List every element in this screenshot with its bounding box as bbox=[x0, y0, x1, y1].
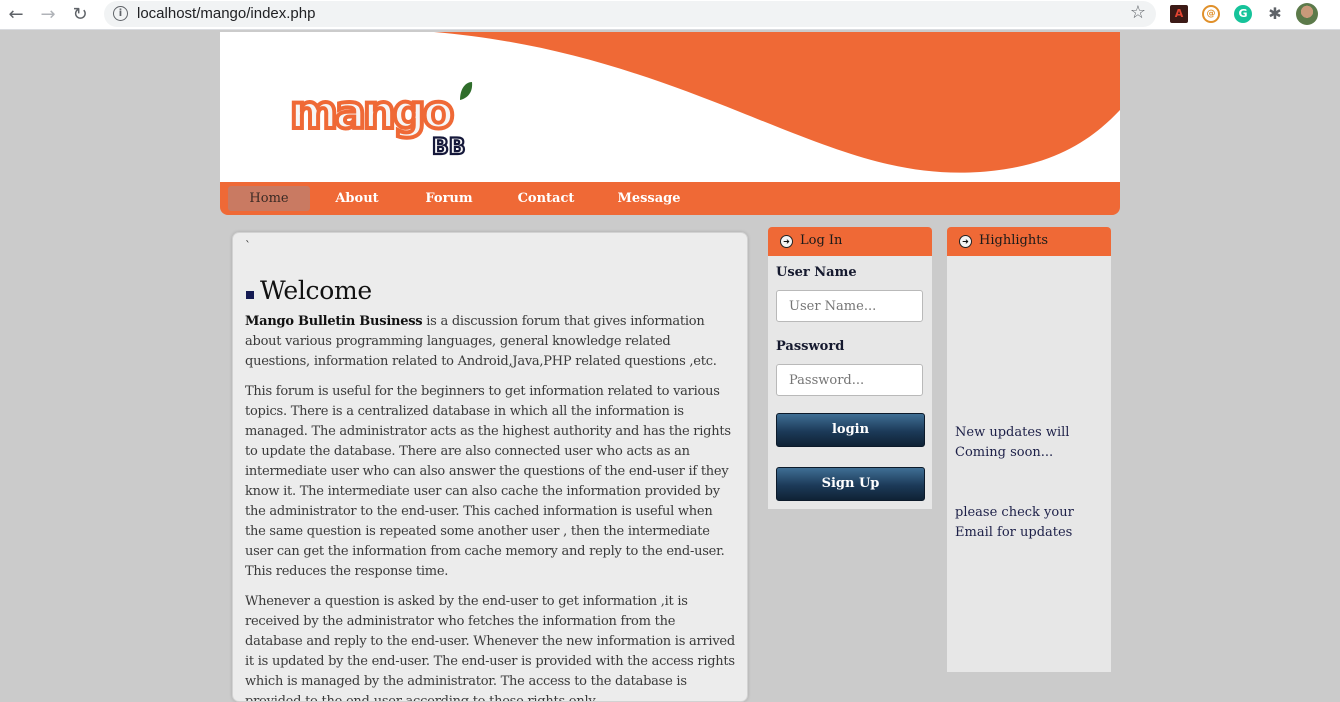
highlights-panel-body: New updates will Coming soon... please c… bbox=[947, 256, 1111, 672]
password-label: Password bbox=[776, 339, 845, 354]
square-bullet-icon bbox=[246, 291, 254, 299]
login-panel-header: ➜ Log In bbox=[768, 227, 932, 256]
back-icon[interactable]: ← bbox=[4, 4, 28, 26]
description-paragraph: This forum is useful for the beginners t… bbox=[245, 384, 731, 579]
workflow-paragraph: Whenever a question is asked by the end-… bbox=[245, 594, 735, 702]
grammarly-extension-icon[interactable]: G bbox=[1234, 5, 1252, 23]
signup-button[interactable]: Sign Up bbox=[776, 467, 925, 501]
highlights-title: Highlights bbox=[979, 233, 1049, 248]
stray-backtick: ` bbox=[245, 239, 251, 253]
nav-contact[interactable]: Contact bbox=[512, 186, 580, 211]
address-bar[interactable]: i localhost/mango/index.php ☆ bbox=[104, 1, 1156, 27]
pdf-extension-icon[interactable]: A bbox=[1170, 5, 1188, 23]
profile-avatar[interactable] bbox=[1296, 3, 1318, 25]
intro-paragraph: Mango Bulletin Business is a discussion … bbox=[245, 312, 735, 372]
arrow-right-icon: ➜ bbox=[780, 235, 793, 248]
reload-icon[interactable]: ↻ bbox=[68, 4, 92, 26]
username-input[interactable] bbox=[776, 290, 923, 322]
highlights-panel-header: ➜ Highlights bbox=[947, 227, 1111, 256]
bookmark-star-icon[interactable]: ☆ bbox=[1130, 2, 1146, 23]
logo-badge: BB bbox=[432, 135, 466, 160]
login-button[interactable]: login bbox=[776, 413, 925, 447]
highlights-panel: ➜ Highlights New updates will Coming soo… bbox=[947, 227, 1111, 672]
password-input[interactable] bbox=[776, 364, 923, 396]
nav-about[interactable]: About bbox=[327, 186, 387, 211]
arrow-right-icon: ➜ bbox=[959, 235, 972, 248]
browser-toolbar: ← → ↻ i localhost/mango/index.php ☆ A @ … bbox=[0, 0, 1340, 30]
intro-bold: Mango Bulletin Business bbox=[245, 314, 423, 329]
username-label: User Name bbox=[776, 265, 857, 280]
page-container: mango BB Home About Forum Contact Messag… bbox=[220, 32, 1120, 702]
nav-message[interactable]: Message bbox=[613, 186, 685, 211]
mango-logo-graphic: mango BB bbox=[288, 82, 473, 161]
leaf-icon bbox=[460, 82, 473, 100]
forward-icon[interactable]: → bbox=[36, 4, 60, 26]
logo-text: mango bbox=[290, 85, 453, 139]
site-logo[interactable]: mango BB bbox=[288, 80, 490, 164]
extensions-puzzle-icon[interactable]: ✱ bbox=[1266, 5, 1284, 23]
nav-home[interactable]: Home bbox=[228, 186, 310, 211]
info-icon[interactable]: i bbox=[113, 6, 128, 21]
email-notice: please check your Email for updates bbox=[955, 505, 1074, 540]
page-title: Welcome bbox=[260, 276, 372, 305]
url-text[interactable]: localhost/mango/index.php bbox=[137, 5, 315, 22]
header-banner: mango BB bbox=[220, 32, 1120, 182]
login-panel: ➜ Log In User Name Password login Sign U… bbox=[768, 227, 932, 509]
welcome-heading-row: Welcome bbox=[245, 275, 735, 305]
extension-ring-icon[interactable]: @ bbox=[1202, 5, 1220, 23]
login-panel-body: User Name Password login Sign Up bbox=[768, 256, 932, 509]
login-title: Log In bbox=[800, 233, 843, 248]
updates-notice: New updates will Coming soon... bbox=[955, 425, 1070, 460]
nav-forum[interactable]: Forum bbox=[416, 186, 482, 211]
main-navbar: Home About Forum Contact Message bbox=[220, 182, 1120, 215]
main-content: ` Welcome Mango Bulletin Business is a d… bbox=[232, 232, 748, 702]
